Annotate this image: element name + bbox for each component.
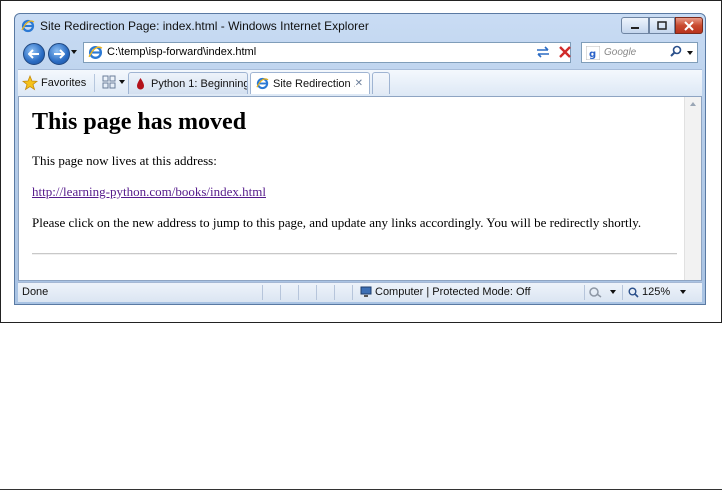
- status-text: Done: [22, 286, 49, 298]
- new-tab-button[interactable]: [372, 72, 390, 94]
- vertical-scrollbar[interactable]: [684, 97, 701, 280]
- stop-icon[interactable]: [557, 44, 573, 60]
- ie-logo-icon: [21, 19, 35, 33]
- divider: [316, 285, 317, 300]
- google-icon: g: [586, 46, 600, 60]
- zoom-level: 125%: [642, 286, 671, 298]
- horizontal-rule: [32, 253, 677, 255]
- close-window-button[interactable]: [675, 17, 703, 34]
- forward-arrow-icon: [54, 49, 65, 59]
- scroll-up-icon[interactable]: [689, 101, 697, 107]
- back-arrow-icon: [28, 49, 39, 59]
- tab-label: Python 1: Beginning...: [151, 77, 247, 90]
- chevron-down-icon: [680, 290, 686, 294]
- search-input[interactable]: Google: [604, 47, 636, 58]
- chevron-down-icon: [687, 51, 693, 55]
- divider: [94, 74, 95, 92]
- intro-text: This page now lives at this address:: [32, 153, 217, 168]
- magnifier-icon: [628, 287, 639, 298]
- search-icon[interactable]: [669, 45, 683, 59]
- tab-label: Site Redirection ...: [273, 77, 355, 90]
- forward-button[interactable]: [48, 43, 70, 65]
- instructions-text: Please click on the new address to jump …: [32, 215, 642, 230]
- divider: [352, 285, 353, 300]
- chevron-down-icon: [610, 290, 616, 294]
- address-field[interactable]: C:\temp\isp-forward\index.html: [107, 46, 256, 58]
- back-button[interactable]: [23, 43, 45, 65]
- divider: [622, 285, 623, 300]
- favorites-button[interactable]: Favorites: [22, 73, 86, 93]
- status-bar: Done Computer | Protected Mode: Off 125%: [18, 282, 702, 302]
- favorites-label: Favorites: [41, 77, 87, 89]
- search-box[interactable]: g Google: [581, 42, 698, 63]
- maximize-button[interactable]: [649, 17, 675, 34]
- page-viewport: This page has moved This page now lives …: [18, 96, 702, 281]
- tab-python-beginning[interactable]: Python 1: Beginning...: [128, 72, 248, 94]
- tab-site-redirection[interactable]: Site Redirection ... ✕: [250, 72, 370, 94]
- divider: [262, 285, 263, 300]
- computer-icon: [360, 286, 372, 297]
- divider: [298, 285, 299, 300]
- address-bar[interactable]: C:\temp\isp-forward\index.html: [83, 42, 594, 63]
- security-zone[interactable]: Computer | Protected Mode: Off: [360, 286, 531, 298]
- bottom-rule: [0, 489, 722, 490]
- tab-list-dropdown[interactable]: [119, 80, 125, 84]
- star-icon: [22, 75, 38, 91]
- security-dropdown[interactable]: [610, 290, 616, 294]
- new-address-link[interactable]: http://learning-python.com/books/index.h…: [32, 184, 266, 200]
- recent-pages-dropdown[interactable]: [71, 50, 79, 58]
- page-heading: This page has moved: [32, 109, 247, 135]
- python-tab-icon: [137, 78, 144, 90]
- divider: [334, 285, 335, 300]
- title-bar[interactable]: Site Redirection Page: index.html - Wind…: [15, 14, 705, 38]
- minimize-button[interactable]: [621, 17, 649, 34]
- search-provider-dropdown[interactable]: [687, 51, 693, 55]
- close-tab-icon[interactable]: ✕: [355, 78, 363, 89]
- window-title: Site Redirection Page: index.html - Wind…: [40, 19, 369, 33]
- chevron-down-icon: [119, 80, 125, 84]
- maximize-icon: [657, 21, 667, 30]
- svg-text:g: g: [589, 49, 596, 60]
- zone-label: Computer | Protected Mode: Off: [375, 286, 531, 298]
- zoom-control[interactable]: 125%: [628, 286, 670, 298]
- minimize-icon: [631, 26, 639, 29]
- navigation-bar: C:\temp\isp-forward\index.html g Google: [15, 38, 705, 68]
- zoom-dropdown[interactable]: [680, 290, 686, 294]
- divider: [280, 285, 281, 300]
- page-icon: [88, 45, 103, 60]
- chevron-down-icon: [71, 50, 77, 54]
- popup-blocker-icon[interactable]: [588, 286, 602, 298]
- quick-tabs-icon[interactable]: [102, 75, 116, 89]
- ie-page-icon: [256, 77, 269, 90]
- browser-window: Site Redirection Page: index.html - Wind…: [14, 13, 706, 305]
- divider: [584, 285, 585, 300]
- close-icon: [684, 20, 694, 31]
- refresh-icon[interactable]: [534, 44, 552, 60]
- favorites-tab-bar: Favorites Python 1: Beginning... Site Re…: [18, 69, 702, 96]
